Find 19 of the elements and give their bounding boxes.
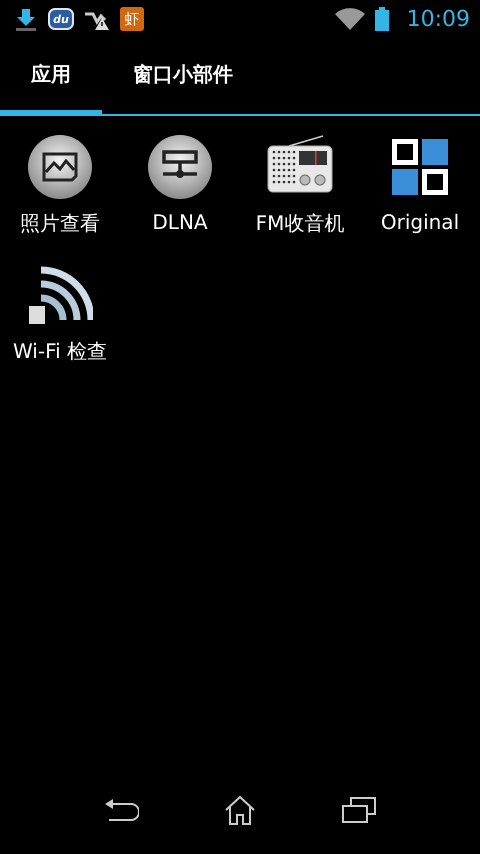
home-icon[interactable]: [224, 795, 256, 825]
download-icon: [14, 7, 38, 31]
app-label[interactable]: Wi-Fi 检查: [12, 338, 108, 365]
tab[interactable]: 应用: [0, 38, 102, 116]
wifi-signal-icon: [334, 8, 365, 30]
app-label[interactable]: DLNA: [152, 210, 208, 234]
picture-frame-icon: [27, 134, 93, 200]
app-label[interactable]: 照片查看: [20, 210, 100, 237]
clock-time: 10:09: [406, 6, 470, 32]
back-icon[interactable]: [102, 798, 139, 822]
app-notification-icon: du: [48, 8, 74, 30]
tab[interactable]: 窗口小部件: [102, 38, 264, 116]
app-notification-icon: 虾: [120, 7, 144, 31]
app-label[interactable]: FM收音机: [256, 210, 344, 237]
battery-icon: [374, 7, 389, 31]
grid-tiles-icon: [391, 138, 449, 196]
network-icon: [147, 134, 213, 200]
app-label[interactable]: Original: [380, 210, 460, 234]
recent-apps-icon[interactable]: [341, 797, 378, 823]
